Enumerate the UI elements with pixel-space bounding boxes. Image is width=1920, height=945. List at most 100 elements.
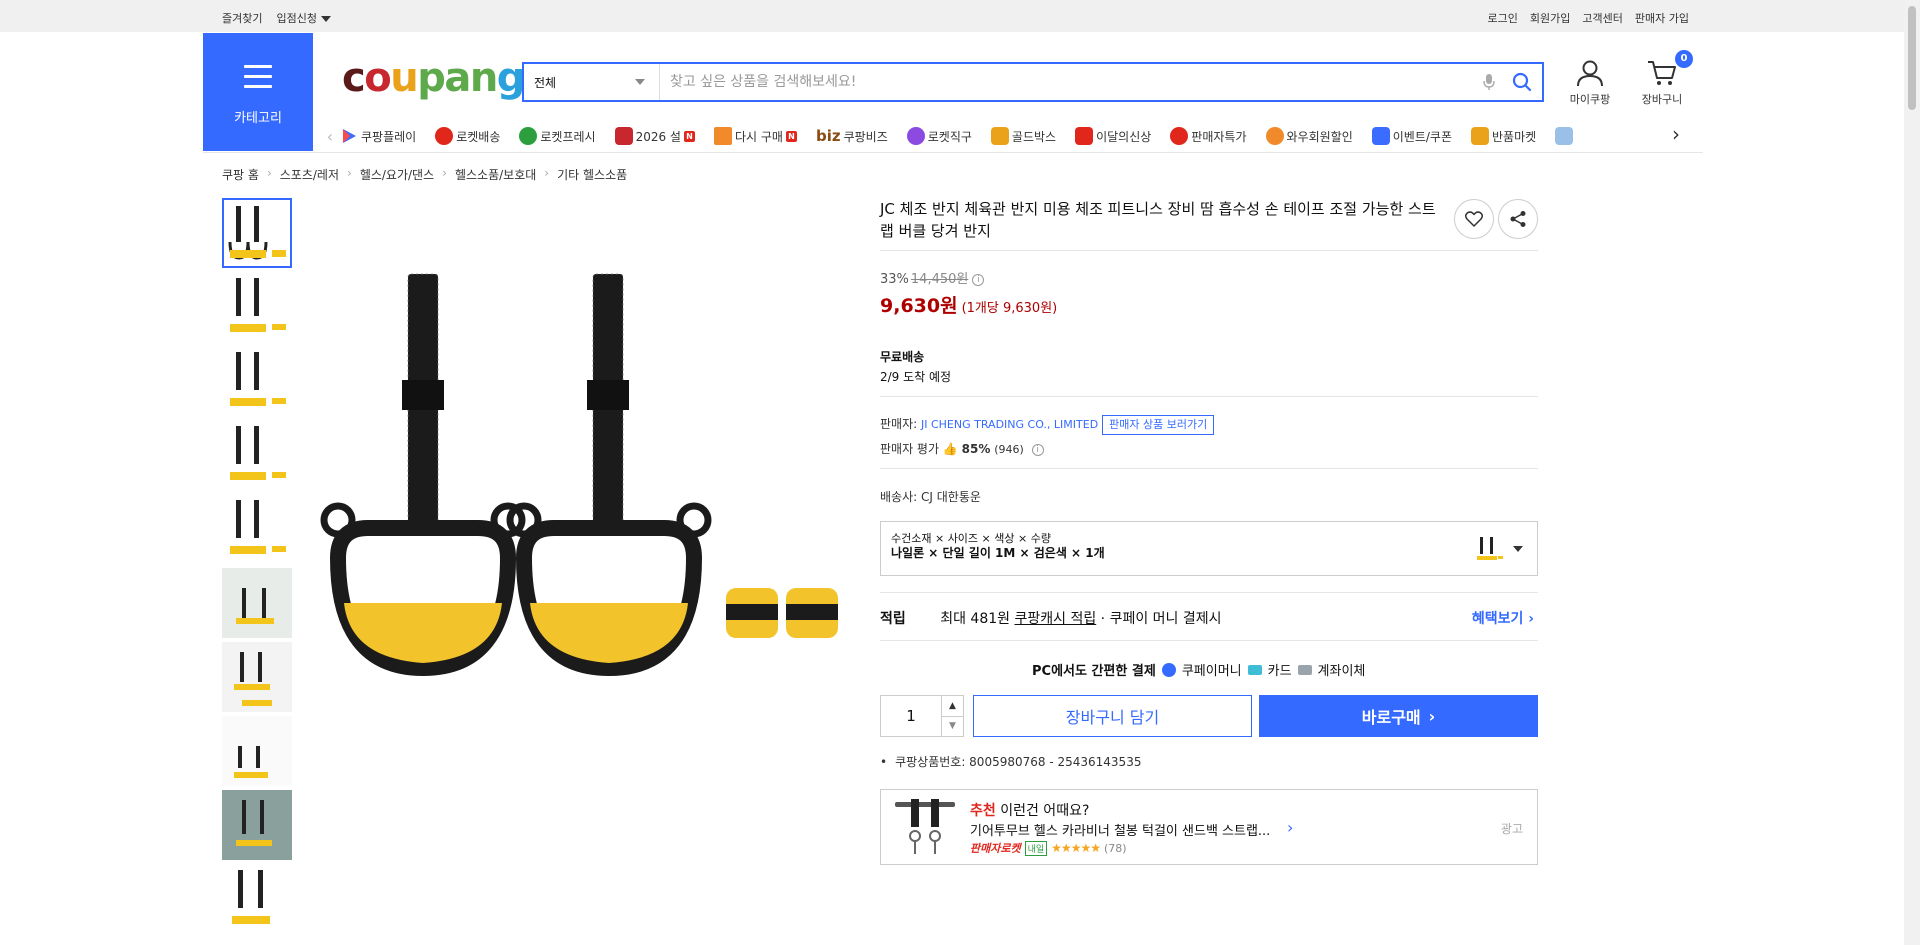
quantity-value[interactable]: 1: [881, 696, 941, 736]
seller-info: 판매자: JI CHENG TRADING CO., LIMITED 판매자 상품…: [880, 412, 1215, 462]
shipping-label: 무료배송: [880, 350, 925, 364]
share-button[interactable]: [1498, 199, 1538, 239]
product-thumbnail[interactable]: [222, 198, 292, 268]
heart-icon: [1465, 211, 1483, 227]
store-apply-dropdown[interactable]: 입점신청: [276, 10, 331, 26]
divider: [880, 468, 1538, 469]
nav-item-rocket-delivery[interactable]: 로켓배송: [435, 127, 500, 145]
price-section: 33% 14,450원 i 9,630원 (1개당 9,630원): [880, 268, 1057, 318]
info-icon[interactable]: i: [1031, 443, 1044, 456]
seller-rating: 85%: [961, 442, 991, 456]
seller-signup-link[interactable]: 판매자 가입: [1635, 10, 1689, 26]
search-bar: 전체: [522, 62, 1544, 102]
chevron-right-icon[interactable]: ›: [1672, 122, 1680, 146]
seller-rocket-badge: 판매자로켓: [970, 842, 1021, 855]
nav-label: 로켓프레시: [540, 129, 596, 144]
nav-item-rebuy[interactable]: 다시 구매 N: [713, 127, 797, 145]
nav-item-lunar-new-year[interactable]: 2026 설N: [614, 127, 695, 145]
coupang-logo[interactable]: coupang: [342, 55, 525, 101]
product-thumbnail[interactable]: [222, 346, 292, 416]
main-product-image[interactable]: [318, 258, 858, 678]
microphone-icon[interactable]: [1476, 69, 1502, 95]
nav-label: 판매자특가: [1191, 129, 1247, 144]
nav-label: 와우회원할인: [1286, 129, 1353, 144]
search-button[interactable]: [1502, 64, 1542, 100]
search-scope-select[interactable]: 전체: [524, 64, 660, 100]
breadcrumb-item[interactable]: 헬스소품/보호대: [455, 166, 536, 183]
quantity-increase-button[interactable]: ▲: [942, 696, 963, 717]
nav-item-goldbox[interactable]: 골드박스: [990, 127, 1056, 145]
nav-item-rocket-fresh[interactable]: 로켓프레시: [519, 127, 596, 145]
nav-item-coupangbiz[interactable]: biz 쿠팡비즈: [816, 127, 888, 145]
rocket-icon: [435, 127, 454, 145]
chevron-right-icon[interactable]: ›: [1287, 818, 1293, 837]
product-thumbnail[interactable]: [222, 420, 292, 490]
option-selector[interactable]: 수건소재 × 사이즈 × 색상 × 수량 나일론 × 단일 길이 1M × 검은…: [880, 521, 1538, 576]
product-thumbnail[interactable]: [222, 494, 292, 564]
new-badge: N: [785, 130, 797, 142]
buy-now-button[interactable]: 바로구매 ›: [1259, 695, 1538, 737]
original-price: 14,450원: [910, 272, 969, 287]
recommendation-ad[interactable]: 추천 이런건 어때요? 기어투무브 헬스 카라비너 철봉 턱걸이 샌드백 스트랩…: [880, 789, 1538, 865]
info-icon[interactable]: i: [972, 273, 985, 286]
breadcrumb-item[interactable]: 기타 헬스소품: [557, 166, 627, 183]
breadcrumb-item[interactable]: 쿠팡 홈: [222, 166, 259, 183]
benefit-link[interactable]: 혜택보기 ›: [1472, 608, 1534, 628]
delivery-tag: 내일: [1024, 840, 1048, 856]
login-link[interactable]: 로그인: [1488, 10, 1518, 26]
product-thumbnail[interactable]: [222, 642, 292, 712]
nav-item-rocket-direct[interactable]: 로켓직구: [906, 127, 972, 145]
product-thumbnail[interactable]: [222, 864, 292, 934]
quantity-decrease-button[interactable]: ▼: [942, 717, 963, 737]
product-thumbnail[interactable]: [222, 716, 292, 786]
nav-item-wow-discount[interactable]: 와우회원할인: [1265, 127, 1353, 145]
recommended-product-name[interactable]: 기어투무브 헬스 카라비너 철봉 턱걸이 샌드백 스트랩...: [970, 820, 1270, 839]
product-thumbnail[interactable]: [222, 790, 292, 860]
chevron-down-icon: [635, 79, 645, 85]
nav-item-seller-deals[interactable]: 판매자특가: [1170, 127, 1247, 145]
chevron-left-icon[interactable]: ‹: [320, 127, 340, 146]
wow-icon: [1265, 127, 1284, 145]
nav-item-coupangplay[interactable]: 쿠팡플레이: [340, 127, 416, 145]
bookmark-link[interactable]: 즐겨찾기: [222, 10, 262, 26]
product-title: JC 체조 반지 체육관 반지 미용 체조 피트니스 장비 땀 흡수성 손 테이…: [880, 200, 1436, 240]
option-header: 수건소재 × 사이즈 × 색상 × 수량: [891, 532, 1051, 545]
wishlist-button[interactable]: [1454, 199, 1494, 239]
seller-products-button[interactable]: 판매자 상품 보러가기: [1102, 415, 1215, 435]
nav-label: 이벤트/쿠폰: [1392, 129, 1452, 144]
breadcrumb-item[interactable]: 스포츠/레저: [280, 166, 339, 183]
product-thumbnail[interactable]: [222, 568, 292, 638]
benefit-label: 혜택보기: [1471, 611, 1524, 627]
product-thumbnail[interactable]: [222, 272, 292, 342]
cart-button[interactable]: 0 장바구니: [1632, 50, 1693, 107]
category-menu-button[interactable]: 카테고리: [203, 33, 313, 151]
pay-option: 카드: [1267, 664, 1292, 679]
nav-item-more[interactable]: [1555, 127, 1574, 145]
star-rating: ★★★★★: [1051, 841, 1101, 855]
search-input[interactable]: [660, 64, 1476, 100]
discount-rate: 33%: [880, 272, 909, 287]
coupang-cash-link[interactable]: 쿠팡캐시 적립: [1014, 611, 1096, 627]
seller-name-link[interactable]: JI CHENG TRADING CO., LIMITED: [921, 418, 1098, 431]
breadcrumb-item[interactable]: 헬스/요가/댄스: [360, 166, 434, 183]
share-icon: [1510, 211, 1526, 227]
nav-label: 2026 설: [635, 129, 681, 144]
signup-link[interactable]: 회원가입: [1530, 10, 1570, 26]
scrollbar-thumb[interactable]: [1908, 6, 1916, 110]
nav-item-events-coupons[interactable]: 이벤트/쿠폰: [1371, 127, 1452, 145]
courier-label: 배송사:: [880, 490, 918, 504]
percent-icon: [1170, 127, 1189, 145]
ad-label: 광고: [1500, 822, 1523, 836]
nav-label: 반품마켓: [1492, 129, 1537, 144]
page-scrollbar[interactable]: [1904, 0, 1920, 945]
search-scope-value: 전체: [534, 75, 557, 90]
mycoupang-button[interactable]: 마이쿠팡: [1560, 58, 1620, 107]
nav-item-return-market[interactable]: 반품마켓: [1471, 127, 1536, 145]
shipping-info: 무료배송 2/9 도착 예정: [880, 347, 951, 387]
product-number: 쿠팡상품번호: 8005980768 - 25436143535: [880, 753, 1141, 770]
nav-item-new-arrivals[interactable]: 이달의신상: [1075, 127, 1151, 145]
customer-center-link[interactable]: 고객센터: [1582, 10, 1622, 26]
biz-logo: biz: [815, 127, 841, 145]
card-icon: [1247, 664, 1262, 675]
add-to-cart-button[interactable]: 장바구니 담기: [973, 695, 1252, 737]
